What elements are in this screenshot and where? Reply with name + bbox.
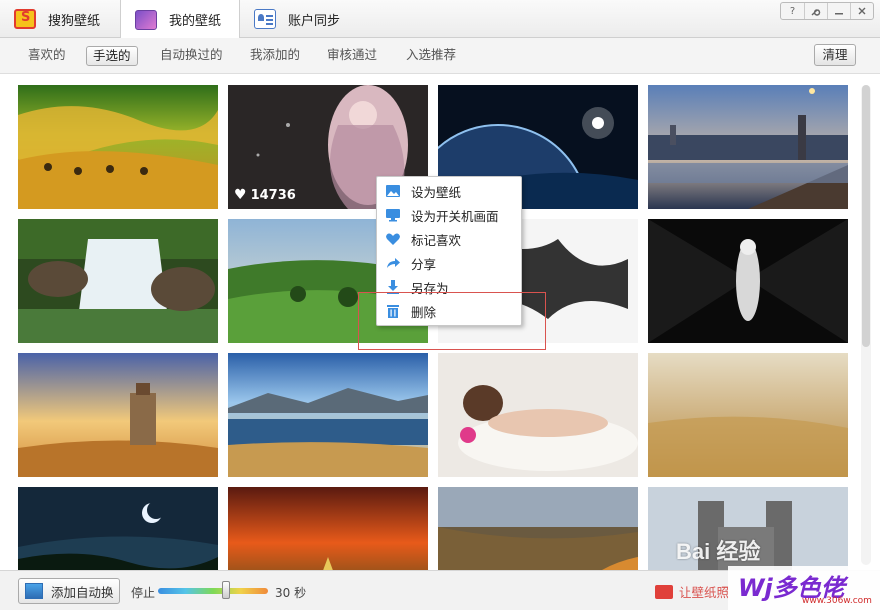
add-auto-change-button[interactable]: 添加自动换 bbox=[18, 578, 120, 604]
wallpaper-thumbnail[interactable] bbox=[18, 487, 218, 570]
my-wallpaper-icon bbox=[135, 9, 157, 30]
wallpaper-thumbnail[interactable] bbox=[648, 353, 848, 477]
minimize-icon[interactable] bbox=[827, 3, 850, 19]
subnav-auto-changed[interactable]: 自动换过的 bbox=[154, 46, 229, 66]
menu-label: 设为开关机画面 bbox=[411, 208, 499, 224]
sub-navigation: 喜欢的 手选的 自动换过的 我添加的 审核通过 入选推荐 bbox=[0, 38, 880, 74]
wallpaper-thumbnail[interactable] bbox=[648, 219, 848, 343]
interval-label: 30 秒 bbox=[275, 586, 307, 600]
wallpaper-thumbnail[interactable] bbox=[18, 353, 218, 477]
tab-label: 我的壁纸 bbox=[169, 14, 222, 29]
share-arrow-icon bbox=[385, 256, 401, 270]
tab-sogou-wallpaper[interactable]: 搜狗壁纸 bbox=[0, 0, 120, 38]
site-watermark-url: www.306w.com bbox=[802, 596, 872, 606]
tab-label: 搜狗壁纸 bbox=[48, 13, 101, 29]
auto-change-icon bbox=[25, 583, 43, 599]
likes-value: 14736 bbox=[250, 187, 296, 203]
subnav-hand-picked[interactable]: 手选的 bbox=[86, 46, 138, 66]
stop-label: 停止 bbox=[131, 586, 156, 600]
wallpaper-thumbnail[interactable] bbox=[18, 85, 218, 209]
subnav-approved[interactable]: 审核通过 bbox=[321, 46, 383, 66]
help-icon[interactable]: ? bbox=[781, 3, 804, 19]
promo-label: 让壁纸照 bbox=[679, 585, 730, 600]
menu-label: 设为壁纸 bbox=[411, 184, 462, 200]
interval-slider-handle[interactable] bbox=[222, 581, 230, 599]
site-watermark: Wj多色佬 www.306w.com bbox=[728, 566, 880, 610]
subnav-recommended[interactable]: 入选推荐 bbox=[400, 46, 462, 66]
menu-set-wallpaper[interactable]: 设为壁纸 bbox=[377, 179, 521, 203]
menu-set-boot-screen[interactable]: 设为开关机画面 bbox=[377, 203, 521, 227]
skin-wrench-icon[interactable] bbox=[804, 3, 827, 19]
heart-icon bbox=[385, 232, 401, 246]
tab-label: 账户同步 bbox=[288, 13, 341, 29]
wallpaper-thumbnail[interactable] bbox=[438, 353, 638, 477]
monitor-icon bbox=[385, 208, 401, 222]
sogou-logo-icon bbox=[14, 9, 36, 29]
wallpaper-thumbnail[interactable] bbox=[228, 487, 428, 570]
image-icon bbox=[385, 184, 401, 198]
baidu-watermark: Bai 经验 bbox=[676, 539, 761, 564]
scrollbar-thumb[interactable] bbox=[862, 85, 870, 347]
menu-share[interactable]: 分享 bbox=[377, 251, 521, 275]
wallpaper-thumbnail[interactable] bbox=[648, 85, 848, 209]
wallpaper-thumbnail[interactable] bbox=[18, 219, 218, 343]
subnav-liked[interactable]: 喜欢的 bbox=[22, 46, 72, 66]
title-bar: 搜狗壁纸 我的壁纸 账户同步 ? bbox=[0, 0, 880, 39]
subnav-my-added[interactable]: 我添加的 bbox=[244, 46, 306, 66]
likes-count: ♥ 14736 bbox=[234, 187, 296, 203]
window-controls: ? bbox=[780, 2, 874, 20]
promo-link[interactable]: 让壁纸照 bbox=[655, 582, 729, 601]
tab-my-wallpaper[interactable]: 我的壁纸 bbox=[120, 0, 240, 39]
wallpaper-thumbnail[interactable] bbox=[228, 353, 428, 477]
account-sync-icon bbox=[254, 9, 276, 29]
scrollbar[interactable] bbox=[861, 85, 871, 565]
heart-icon: ♥ bbox=[234, 187, 247, 203]
highlight-box bbox=[358, 292, 546, 350]
close-icon[interactable] bbox=[850, 3, 873, 19]
promo-icon bbox=[655, 584, 673, 599]
menu-label: 标记喜欢 bbox=[411, 232, 462, 248]
menu-mark-favorite[interactable]: 标记喜欢 bbox=[377, 227, 521, 251]
clean-button[interactable]: 清理 bbox=[814, 44, 856, 66]
wallpaper-thumbnail[interactable] bbox=[438, 487, 638, 570]
add-auto-change-label: 添加自动换 bbox=[51, 584, 114, 600]
tab-account-sync[interactable]: 账户同步 bbox=[240, 0, 360, 38]
menu-label: 分享 bbox=[411, 256, 437, 272]
interval-slider[interactable] bbox=[158, 588, 268, 594]
